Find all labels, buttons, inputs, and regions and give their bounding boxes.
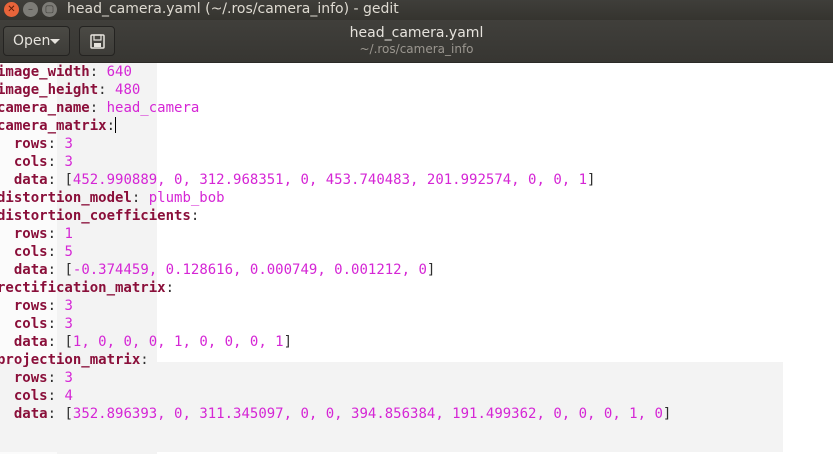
code-line[interactable]: data: [352.896393, 0, 311.345097, 0, 0, …: [0, 405, 671, 423]
code-line[interactable]: cols: 3: [0, 153, 671, 171]
yaml-key: cols: [13, 388, 48, 404]
code-line[interactable]: data: [-0.374459, 0.128616, 0.000749, 0.…: [0, 261, 671, 279]
code-line[interactable]: camera_matrix:: [0, 117, 671, 135]
yaml-key: distortion_model: [0, 190, 132, 206]
minimize-icon[interactable]: –: [23, 2, 38, 17]
yaml-value: 3: [64, 154, 73, 170]
code-line[interactable]: data: [1, 0, 0, 0, 1, 0, 0, 0, 1]: [0, 333, 671, 351]
code-line[interactable]: cols: 3: [0, 315, 671, 333]
yaml-key: camera_name: [0, 100, 90, 116]
yaml-value: 3: [64, 136, 73, 152]
yaml-value: 5: [64, 244, 73, 260]
yaml-key: rows: [13, 226, 48, 242]
code-line[interactable]: rectification_matrix:: [0, 279, 671, 297]
window-title: head_camera.yaml (~/.ros/camera_info) - …: [67, 1, 399, 17]
maximize-icon[interactable]: ▢: [42, 2, 57, 17]
yaml-value: -0.374459, 0.128616, 0.000749, 0.001212,…: [72, 262, 427, 278]
window-titlebar: ✕ – ▢ head_camera.yaml (~/.ros/camera_in…: [0, 0, 833, 20]
yaml-key: distortion_coefficients: [0, 208, 191, 224]
yaml-value: 4: [64, 388, 73, 404]
yaml-key: cols: [13, 244, 48, 260]
document-title: head_camera.yaml: [349, 25, 484, 41]
yaml-value: 3: [64, 370, 73, 386]
yaml-value: 452.990889, 0, 312.968351, 0, 453.740483…: [72, 172, 588, 188]
document-path: ~/.ros/camera_info: [359, 42, 474, 56]
code-line[interactable]: rows: 1: [0, 225, 671, 243]
code-line[interactable]: rows: 3: [0, 297, 671, 315]
yaml-key: rectification_matrix: [0, 280, 166, 296]
yaml-key: rows: [13, 370, 48, 386]
yaml-value: head_camera: [106, 100, 200, 116]
yaml-value: 480: [115, 82, 141, 98]
yaml-key: cols: [13, 154, 48, 170]
text-cursor: [115, 117, 117, 133]
yaml-value: 1: [64, 226, 73, 242]
code-line[interactable]: distortion_model: plumb_bob: [0, 189, 671, 207]
yaml-key: projection_matrix: [0, 352, 141, 368]
yaml-value: 3: [64, 316, 73, 332]
yaml-key: camera_matrix: [0, 118, 107, 134]
yaml-key: image_width: [0, 64, 90, 80]
yaml-key: data: [13, 172, 48, 188]
yaml-value: plumb_bob: [148, 190, 225, 206]
code-line[interactable]: rows: 3: [0, 135, 671, 153]
code-line[interactable]: rows: 3: [0, 369, 671, 387]
code-line[interactable]: image_height: 480: [0, 81, 671, 99]
yaml-value: 352.896393, 0, 311.345097, 0, 0, 394.856…: [72, 406, 663, 422]
code-line[interactable]: camera_name: head_camera: [0, 99, 671, 117]
text-editor[interactable]: image_width: 640 image_height: 480 camera_…: [0, 63, 833, 454]
code-line[interactable]: cols: 4: [0, 387, 671, 405]
yaml-value: 1, 0, 0, 0, 1, 0, 0, 0, 1: [72, 334, 284, 350]
close-icon[interactable]: ✕: [4, 2, 19, 17]
yaml-key: data: [13, 334, 48, 350]
code-line[interactable]: image_width: 640: [0, 63, 671, 81]
yaml-key: data: [13, 406, 48, 422]
yaml-key: rows: [13, 298, 48, 314]
yaml-value: 640: [106, 64, 132, 80]
code-line[interactable]: projection_matrix:: [0, 351, 671, 369]
yaml-key: data: [13, 262, 48, 278]
code-line[interactable]: distortion_coefficients:: [0, 207, 671, 225]
header-bar: Open head_camera.yaml ~/.ros/camera_info: [0, 20, 833, 63]
code-line[interactable]: data: [452.990889, 0, 312.968351, 0, 453…: [0, 171, 671, 189]
yaml-key: rows: [13, 136, 48, 152]
code-view[interactable]: image_width: 640 image_height: 480 camera_…: [0, 63, 671, 423]
yaml-key: cols: [13, 316, 48, 332]
yaml-key: image_height: [0, 82, 99, 98]
yaml-value: 3: [64, 298, 73, 314]
code-line[interactable]: cols: 5: [0, 243, 671, 261]
